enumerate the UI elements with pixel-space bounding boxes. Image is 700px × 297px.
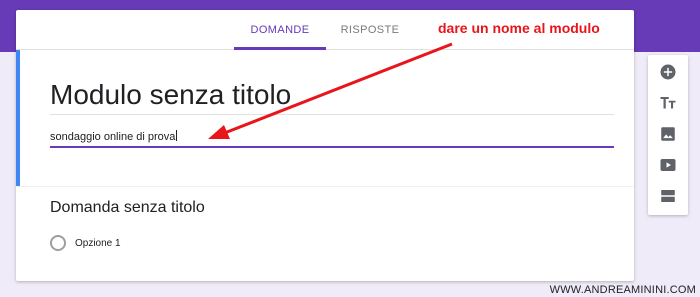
form-description-field[interactable]: sondaggio online di prova <box>50 130 614 148</box>
image-icon <box>661 127 675 141</box>
tab-questions[interactable]: DOMANDE <box>234 10 326 50</box>
add-section-button[interactable] <box>658 186 678 206</box>
active-tab-indicator <box>234 47 326 50</box>
question-title[interactable]: Domanda senza titolo <box>50 199 205 217</box>
add-video-button[interactable] <box>658 155 678 175</box>
add-image-button[interactable] <box>658 124 678 144</box>
section-focus-bar <box>16 50 20 186</box>
annotation-label: dare un nome al modulo <box>438 20 600 36</box>
option-label[interactable]: Opzione 1 <box>75 238 121 249</box>
watermark: WWW.ANDREAMININI.COM <box>549 284 696 296</box>
radio-icon[interactable] <box>50 235 66 251</box>
section-icon <box>661 190 675 202</box>
add-circle-icon <box>660 64 676 80</box>
text-title-icon <box>660 97 676 109</box>
form-title-field[interactable]: Modulo senza titolo <box>50 78 614 115</box>
tab-responses[interactable]: RISPOSTE <box>334 10 406 50</box>
side-toolbar <box>648 55 688 215</box>
section-divider <box>16 186 634 187</box>
add-title-button[interactable] <box>658 93 678 113</box>
text-caret <box>176 130 178 141</box>
form-description-text: sondaggio online di prova <box>50 131 176 143</box>
video-icon <box>660 159 676 171</box>
add-question-button[interactable] <box>658 62 678 82</box>
option-row[interactable]: Opzione 1 <box>50 234 121 252</box>
form-card: DOMANDE RISPOSTE Modulo senza titolo son… <box>16 10 634 281</box>
